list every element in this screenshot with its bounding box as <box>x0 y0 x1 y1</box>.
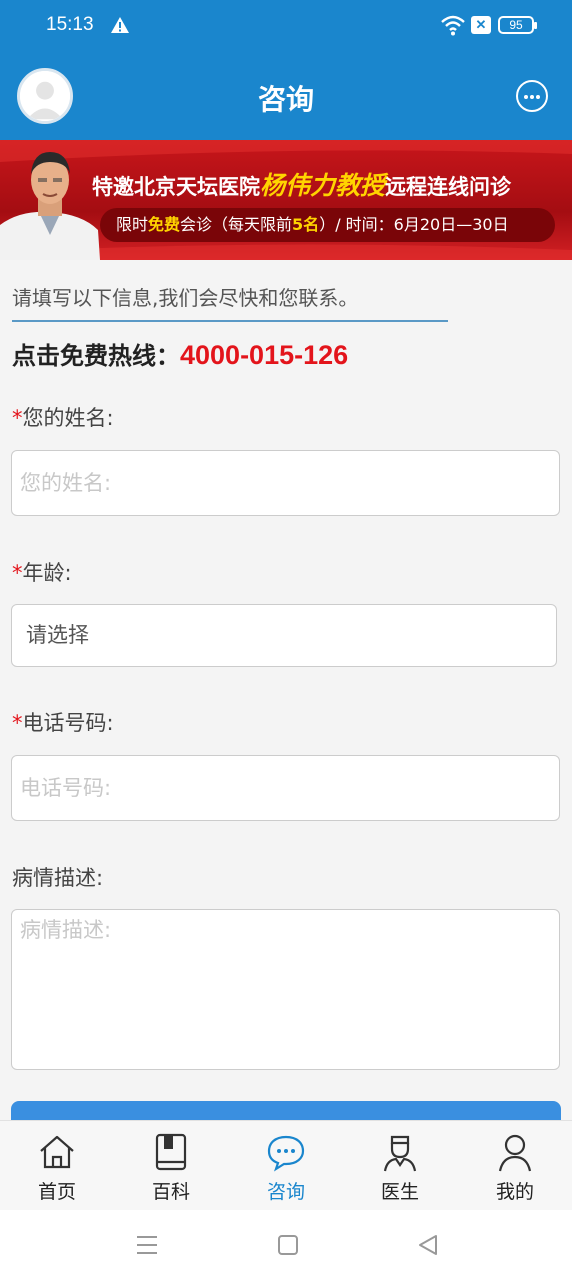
wifi-icon <box>441 15 465 36</box>
age-select[interactable]: 请选择 <box>11 604 557 667</box>
banner-doctor-name: 杨伟力教授 <box>260 171 386 200</box>
name-placeholder: 您的姓名: <box>20 471 112 495</box>
tab-mine[interactable]: 我的 <box>458 1121 572 1211</box>
banner-headline: 特邀北京天坛医院杨伟力教授远程连线问诊 <box>92 166 511 202</box>
banner-headline-prefix: 特邀北京天坛医院 <box>92 175 260 199</box>
book-icon <box>155 1133 187 1171</box>
tab-home-label: 首页 <box>37 1181 76 1203</box>
status-bar: 15:13 ✕ 95 <box>0 0 572 52</box>
sim-disabled-icon: ✕ <box>471 16 491 34</box>
doctor-photo <box>0 152 100 260</box>
age-label: *年龄: <box>12 557 72 587</box>
battery-icon: 95 <box>498 16 537 34</box>
form-intro: 请填写以下信息,我们会尽快和您联系。 <box>12 282 448 322</box>
tab-mine-label: 我的 <box>495 1181 534 1203</box>
tab-encyclopedia-label: 百科 <box>151 1181 190 1203</box>
hotline-number[interactable]: 4000-015-126 <box>180 340 348 370</box>
app-header: 咨询 <box>0 52 572 140</box>
tab-consult[interactable]: 咨询 <box>229 1121 343 1211</box>
name-input[interactable]: 您的姓名: <box>11 450 560 516</box>
hotline-label: 点击免费热线： <box>12 342 180 370</box>
desc-placeholder: 病情描述: <box>20 918 112 942</box>
bottom-tab-bar: 首页 百科 咨询 医生 我的 <box>0 1120 572 1210</box>
promo-banner[interactable]: 特邀北京天坛医院杨伟力教授远程连线问诊 限时免费会诊（每天限前5名）/ 时间：6… <box>0 140 572 260</box>
phone-label: *电话号码: <box>12 707 114 737</box>
banner-free-text: 免费 <box>148 215 181 234</box>
phone-input[interactable]: 电话号码: <box>11 755 560 821</box>
desc-textarea[interactable]: 病情描述: <box>11 909 560 1070</box>
tab-home[interactable]: 首页 <box>0 1121 114 1211</box>
banner-headline-suffix: 远程连线问诊 <box>385 175 512 199</box>
name-label-text: 您的姓名: <box>22 406 114 430</box>
banner-subline-b: 会诊（每天限前 <box>180 215 293 234</box>
warning-icon <box>111 17 129 33</box>
banner-count-text: 5名 <box>292 215 320 234</box>
phone-placeholder: 电话号码: <box>20 776 112 800</box>
age-label-text: 年龄: <box>22 561 72 585</box>
doctor-icon <box>383 1135 417 1172</box>
tab-doctor[interactable]: 医生 <box>343 1121 457 1211</box>
banner-subline-a: 限时 <box>116 215 149 234</box>
status-time: 15:13 <box>46 14 94 35</box>
user-icon <box>498 1134 532 1172</box>
system-nav-bar <box>0 1210 572 1280</box>
hotline[interactable]: 点击免费热线：4000-015-126 <box>12 336 348 371</box>
desc-label-text: 病情描述: <box>12 866 104 890</box>
page-title: 咨询 <box>257 83 314 116</box>
menu-icon[interactable] <box>134 1232 160 1258</box>
phone-label-text: 电话号码: <box>22 711 114 735</box>
age-select-value: 请选择 <box>26 623 89 647</box>
desc-label: 病情描述: <box>12 862 103 892</box>
banner-subline-c: ）/ 时间：6月20日—30日 <box>319 215 509 234</box>
tab-doctor-label: 医生 <box>380 1181 419 1203</box>
name-label: *您的姓名: <box>12 402 114 432</box>
home-square-icon[interactable] <box>275 1232 301 1258</box>
tab-consult-label: 咨询 <box>266 1181 305 1203</box>
more-icon[interactable] <box>516 80 548 112</box>
required-mark: * <box>12 711 23 735</box>
home-icon <box>40 1135 74 1169</box>
back-icon[interactable] <box>415 1232 441 1258</box>
required-mark: * <box>12 561 23 585</box>
tab-encyclopedia[interactable]: 百科 <box>114 1121 228 1211</box>
required-mark: * <box>12 406 23 430</box>
banner-subline: 限时免费会诊（每天限前5名）/ 时间：6月20日—30日 <box>100 208 555 242</box>
chat-icon <box>267 1135 305 1172</box>
